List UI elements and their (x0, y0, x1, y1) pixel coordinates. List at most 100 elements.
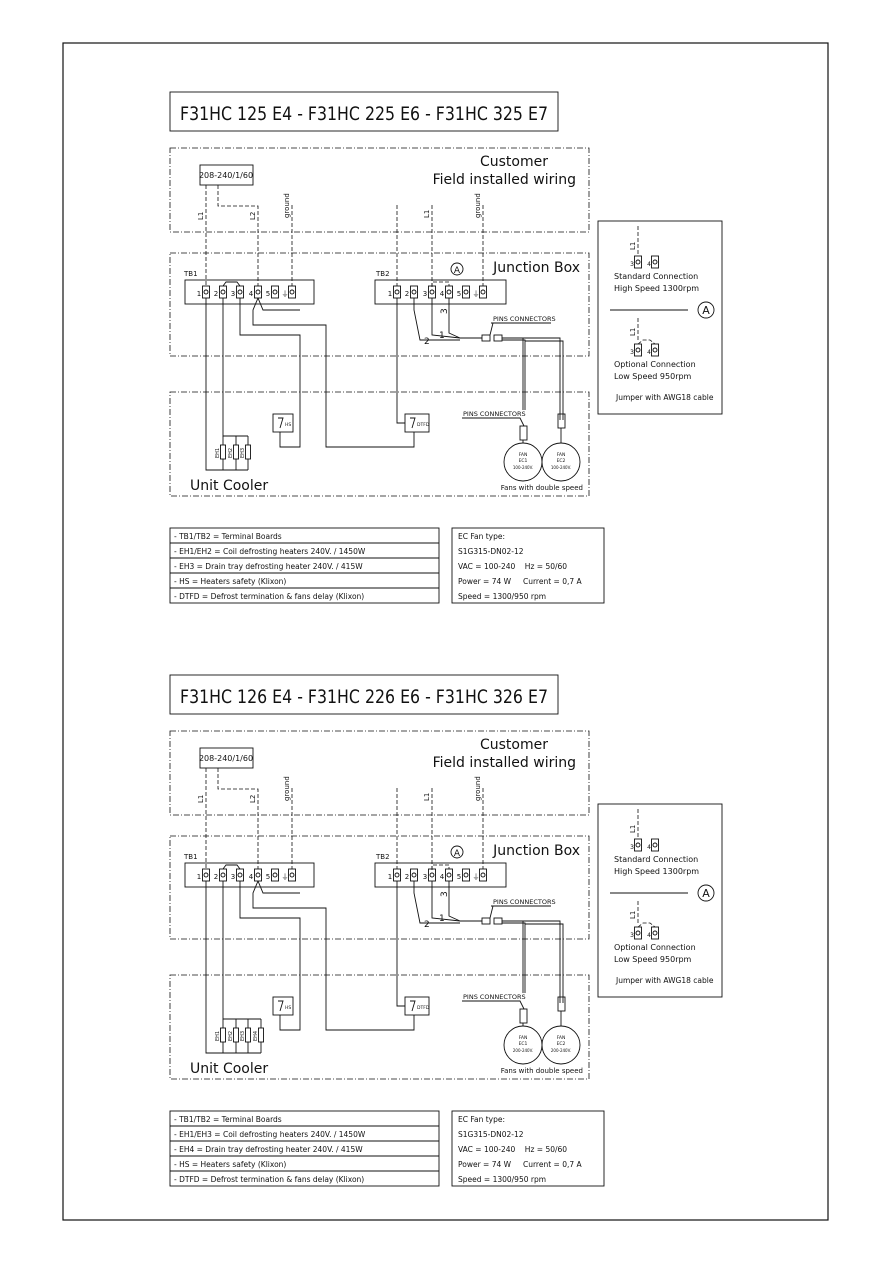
heater-eh4-icon (258, 1027, 264, 1043)
hs-label: HS (285, 1005, 291, 1011)
tb1-terminal-6-screw (289, 289, 295, 295)
sp-wire-label: L1 (629, 825, 637, 833)
sp-wire-label: L1 (629, 328, 637, 336)
tb1-terminal-2-screw (220, 289, 226, 295)
fan-spec-line: Speed = 1300/950 rpm (458, 1175, 546, 1184)
wire-label: L2 (249, 212, 257, 220)
heater-label: EH3 (240, 448, 246, 458)
hs-label: HS (285, 422, 291, 428)
sp-term-number: 4 (647, 349, 651, 356)
fan-spec-line: EC Fan type: (458, 1115, 505, 1124)
sp-wire-label: L1 (629, 242, 637, 250)
wire-number-3: 3 (440, 891, 450, 897)
tb2-terminal-4 (445, 868, 453, 882)
wire-tb2-1-dtfd (396, 881, 405, 1007)
wire-label: L1 (197, 212, 205, 220)
tb2-terminal-number: 5 (457, 290, 461, 298)
cable-fan2 (525, 923, 564, 1003)
sp-terminal-4 (651, 838, 659, 852)
wire-l2-tb1 (217, 768, 259, 869)
tb2-label: TB2 (375, 853, 390, 861)
wiring-diagram-2: F31HC 126 E4 - F31HC 226 E6 - F31HC 326 … (169, 674, 723, 1187)
unit-cooler-label: Unit Cooler (190, 478, 268, 494)
sp-jumper (637, 339, 656, 345)
tb2-terminal-1 (393, 285, 401, 299)
sp-terminal-4-screw (652, 842, 658, 848)
legend-row: - HS = Heaters safety (Klixon) (174, 577, 286, 586)
leader (489, 322, 494, 336)
fan-spec-line: S1G315-DN02-12 (458, 1130, 524, 1139)
dtfd-label: DTFD (417, 422, 430, 428)
heater-label: EH1 (215, 1031, 221, 1041)
unit-cooler-label: Unit Cooler (190, 1061, 268, 1077)
tb1-terminal-number: ⏚ (282, 873, 289, 881)
sp-terminal-3 (634, 255, 642, 269)
tb1-terminal-6-screw (289, 872, 295, 878)
customer-label: Customer (480, 737, 548, 753)
heater-eh3-icon (245, 444, 251, 460)
tb2-terminal-number: 3 (423, 290, 427, 298)
cable-fan1 (502, 339, 526, 410)
sp-optional-speed: Low Speed 950rpm (614, 955, 692, 964)
tb1-terminal-number: 2 (214, 290, 218, 298)
tb1-terminal-5 (271, 285, 279, 299)
cable-fan1 (502, 922, 526, 993)
hs-contact (278, 1000, 284, 1012)
fan-name: FAN (519, 1035, 528, 1041)
legend-row: - DTFD = Defrost termination & fans dela… (174, 592, 364, 601)
heater-eh3-icon (245, 1027, 251, 1043)
tb2-terminal-3-screw (429, 872, 435, 878)
legend-row: - EH1/EH2 = Coil defrosting heaters 240V… (174, 547, 366, 556)
wire-tb1-1 (205, 298, 248, 471)
sp-standard-speed: High Speed 1300rpm (614, 867, 699, 876)
jumper-tb1 (222, 281, 241, 287)
pin-connector (557, 996, 566, 1012)
fan-voltage: 200-240V. (551, 1048, 571, 1053)
legend-row: - EH4 = Drain tray defrosting heater 240… (174, 1145, 363, 1154)
fan-id: EC1 (519, 458, 528, 464)
tb1-label: TB1 (183, 853, 198, 861)
tb1-terminal-number: 3 (231, 290, 235, 298)
hs-contact (278, 417, 284, 429)
pins-connectors-label-1: PINS CONNECTORS (493, 315, 556, 323)
wire-label: ground (474, 776, 482, 801)
tb1-terminal-number: 2 (214, 873, 218, 881)
tb2-terminal-number: 4 (440, 290, 445, 298)
tb2-terminal-number: 1 (388, 290, 392, 298)
tb2-terminal-number: ⏚ (473, 873, 480, 881)
wire-tb2-1-dtfd (396, 298, 405, 424)
dtfd-contact (410, 1000, 416, 1012)
tb2-terminal-6-screw (480, 872, 486, 878)
wiring-sheet: F31HC 125 E4 - F31HC 225 E6 - F31HC 325 … (62, 42, 829, 1221)
tb1-terminal-number: 1 (197, 873, 201, 881)
tb2-terminal-5 (462, 285, 470, 299)
legend-row: - EH3 = Drain tray defrosting heater 240… (174, 562, 363, 571)
sp-terminal-4 (651, 926, 659, 940)
tb1-terminal-number: 4 (249, 290, 254, 298)
wire-label: ground (474, 193, 482, 218)
tb1-terminal-1-screw (203, 289, 209, 295)
sp-jumper-note: Jumper with AWG18 cable (615, 976, 714, 985)
jumper-tb1 (222, 864, 241, 870)
fan-id: EC1 (519, 1041, 528, 1047)
junction-box-label: Junction Box (492, 260, 580, 276)
tb2-terminal-number: 3 (423, 873, 427, 881)
heater-label: EH2 (228, 1031, 234, 1041)
sp-term-number: 3 (630, 261, 634, 268)
wire-label: L1 (423, 210, 431, 218)
sp-terminal-3-screw (635, 930, 641, 936)
tb2-terminal-1-screw (394, 289, 400, 295)
wire-tb1-4-dtfd (252, 880, 415, 1031)
tb2-terminal-2-screw (411, 872, 417, 878)
sp-terminal-3-screw (635, 347, 641, 353)
tb2-terminal-1 (393, 868, 401, 882)
heater-label: EH4 (253, 1031, 259, 1041)
wire-number-3: 3 (440, 308, 450, 314)
fan-spec-line: VAC = 100-240 Hz = 50/60 (458, 1145, 567, 1154)
fan-spec-line: VAC = 100-240 Hz = 50/60 (458, 562, 567, 571)
leader (489, 905, 494, 919)
tb2-terminal-6-screw (480, 289, 486, 295)
tb2-label: TB2 (375, 270, 390, 278)
fans-caption: Fans with double speed (501, 484, 583, 492)
tb2-terminal-6 (479, 285, 487, 299)
